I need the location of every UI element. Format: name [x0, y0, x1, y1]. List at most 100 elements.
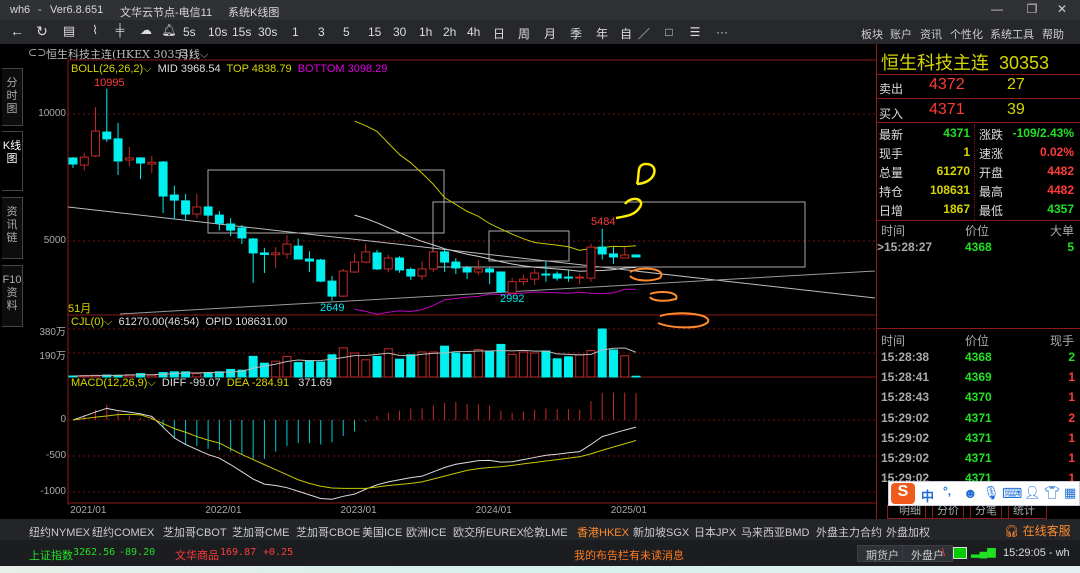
macd-tick-500: -500 — [45, 450, 66, 461]
quote-code: 30353 — [999, 53, 1050, 73]
period-5[interactable]: 5 — [343, 25, 350, 39]
market-tab-1[interactable]: 纽约COMEX — [92, 524, 154, 540]
high-label-2: 5484 — [591, 216, 616, 228]
tab-news[interactable]: 资讯链 — [2, 197, 23, 259]
period-30[interactable]: 30 — [393, 25, 406, 39]
line-chart-icon[interactable]: ⌇ — [86, 23, 104, 37]
tab-timeshare[interactable]: 分时图 — [2, 68, 23, 126]
candle-body — [440, 251, 450, 263]
stat-value-2: -109/2.43% — [1012, 126, 1074, 140]
market-tab-2[interactable]: 芝加哥CBOT — [163, 524, 227, 540]
period-3[interactable]: 3 — [318, 25, 325, 39]
menu-0[interactable]: 板块 — [861, 26, 883, 42]
keyboard-icon[interactable]: ⌨ — [1002, 485, 1022, 502]
chevron-down-icon[interactable]: ⌵ — [104, 316, 112, 328]
market-tab-8[interactable]: 伦敦LME — [523, 524, 568, 540]
kline-chart[interactable] — [0, 0, 876, 519]
boll-name[interactable]: BOLL(26,26,2) — [71, 63, 143, 75]
market-tab-14[interactable]: 外盘加权 — [886, 524, 930, 540]
market-tab-11[interactable]: 日本JPX — [694, 524, 736, 540]
foreign-account-button[interactable]: 外盘户 — [902, 545, 953, 562]
futures-account-button[interactable]: 期货户 — [857, 545, 908, 562]
period-年[interactable]: 年 — [596, 25, 608, 42]
cjl-name[interactable]: CJL(0) — [71, 316, 104, 328]
sogou-logo[interactable]: S — [891, 483, 915, 504]
period-月[interactable]: 月 — [544, 25, 556, 42]
ask-price: 4372 — [929, 76, 965, 93]
close-button[interactable]: ✕ — [1052, 2, 1072, 16]
ime-lang[interactable]: 中 — [921, 486, 934, 505]
skin-icon[interactable]: 👕︎ — [1044, 485, 1061, 501]
menu-3[interactable]: 个性化 — [950, 26, 983, 42]
table-icon[interactable]: ▤ — [60, 23, 78, 39]
period-15s[interactable]: 15s — [232, 25, 251, 39]
x-tick-label: 2025/01 — [610, 505, 647, 516]
ime-punct[interactable]: °, — [943, 484, 951, 498]
link-icon[interactable]: ⊂⊃ — [28, 46, 46, 59]
bell-icon[interactable]: 🔔︎ — [160, 23, 178, 37]
period-10s[interactable]: 10s — [208, 25, 227, 39]
maximize-button[interactable]: ❐ — [1022, 2, 1042, 16]
candle-body — [372, 252, 382, 270]
period-自[interactable]: 自 — [620, 25, 632, 42]
text-tool-icon[interactable]: ☰ — [688, 25, 702, 39]
candle-body — [68, 157, 78, 165]
notice-link[interactable]: 我的布告栏有未读消息 — [574, 547, 684, 563]
period-5s[interactable]: 5s — [183, 25, 196, 39]
market-tab-13[interactable]: 外盘主力合约 — [816, 524, 882, 540]
period-4h[interactable]: 4h — [467, 25, 480, 39]
line-tool-icon[interactable]: ／ — [637, 25, 651, 42]
market-tab-3[interactable]: 芝加哥CME — [232, 524, 289, 540]
menu-5[interactable]: 帮助 — [1042, 26, 1064, 42]
macd-name[interactable]: MACD(12,26,9) — [71, 377, 147, 389]
mic-icon[interactable]: 🎙︎ — [983, 485, 1000, 501]
candle-body — [395, 257, 405, 271]
period-2h[interactable]: 2h — [443, 25, 456, 39]
user-icon[interactable]: 👤︎ — [1024, 485, 1041, 501]
menu-4[interactable]: 系统工具 — [990, 26, 1034, 42]
market-tab-6[interactable]: 欧洲ICE — [406, 524, 446, 540]
apps-icon[interactable]: ▦ — [1064, 485, 1076, 501]
volume-bar — [462, 353, 472, 378]
candle-icon[interactable]: ╪ — [110, 23, 130, 37]
menu-1[interactable]: 账户 — [890, 26, 912, 42]
low-label-2: 2992 — [500, 293, 525, 305]
period-季[interactable]: 季 — [570, 25, 582, 42]
market-tab-0[interactable]: 纽约NYMEX — [29, 524, 90, 540]
chevron-down-icon[interactable]: ⌵ — [143, 63, 151, 75]
rect-tool-icon[interactable]: □ — [662, 25, 676, 39]
chevron-down-icon[interactable]: ⌵ — [147, 377, 155, 389]
period-15[interactable]: 15 — [368, 25, 381, 39]
period-周[interactable]: 周 — [518, 25, 530, 42]
period-1[interactable]: 1 — [292, 25, 299, 39]
emoji-icon[interactable]: ☻ — [963, 485, 978, 501]
index1-name[interactable]: 上证指数 — [29, 547, 73, 563]
period-日[interactable]: 日 — [493, 25, 505, 42]
tab-f10[interactable]: F10资料 — [2, 265, 23, 327]
back-icon[interactable]: ← — [8, 23, 26, 39]
period-30s[interactable]: 30s — [258, 25, 277, 39]
stat-value: 61270 — [936, 164, 970, 178]
menu-2[interactable]: 资讯 — [920, 26, 942, 42]
market-tab-7[interactable]: 欧交所EUREX — [453, 524, 524, 540]
cloud-icon[interactable]: ☁ — [136, 23, 156, 37]
period-1h[interactable]: 1h — [419, 25, 432, 39]
market-tab-5[interactable]: 美国ICE — [362, 524, 402, 540]
candle-body — [316, 259, 326, 282]
period-select[interactable]: 月线⌵ — [178, 46, 208, 62]
macd-value: 371.69 — [298, 377, 332, 389]
market-tab-12[interactable]: 马来西亚BMD — [741, 524, 809, 540]
minimize-button[interactable]: — — [987, 2, 1007, 16]
tab-kline[interactable]: K线图 — [2, 131, 23, 191]
market-tab-4[interactable]: 芝加哥CBOE — [296, 524, 360, 540]
market-tab-10[interactable]: 新加坡SGX — [633, 524, 689, 540]
volume-bar — [541, 350, 551, 378]
symbol-row: ⊂⊃ 恒生科技主连(HKEX 30353) 月线⌵ — [28, 44, 875, 62]
more-tools-icon[interactable]: ··· — [712, 25, 732, 39]
ime-toolbar[interactable]: S 中 °, ☻ 🎙︎ ⌨ 👤︎ 👕︎ ▦ — [888, 481, 1080, 506]
support-button[interactable]: 🎧︎ 在线客服 — [1004, 522, 1071, 539]
refresh-icon[interactable]: ↻ — [33, 23, 51, 40]
panel-tab-3[interactable]: 统计 — [1001, 505, 1047, 519]
index2-name[interactable]: 文华商品 — [175, 547, 219, 563]
volume-bar — [552, 358, 562, 378]
